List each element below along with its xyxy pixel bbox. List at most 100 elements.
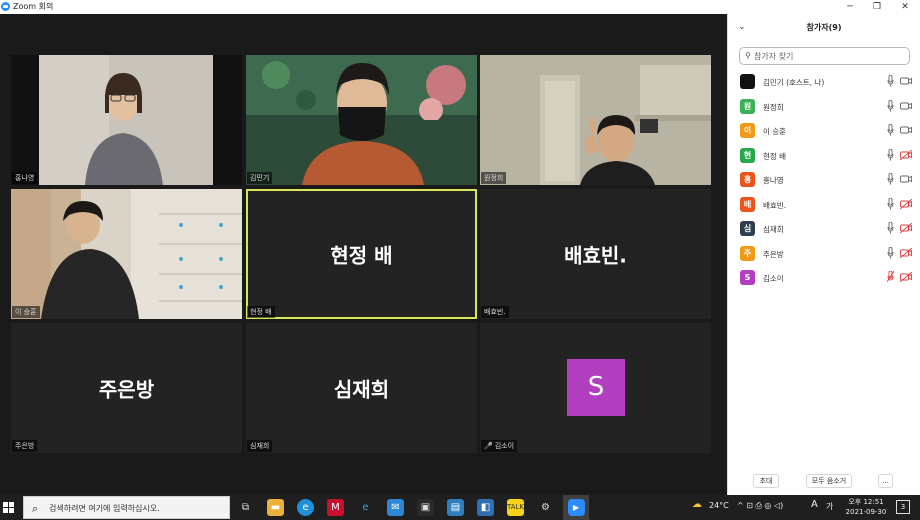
participant-row[interactable]: S 김소이 [728, 266, 920, 291]
video-tile-lee-seunghun[interactable]: 이 승훈 [11, 189, 242, 319]
weather-icon: ☁ [692, 499, 702, 510]
zoom-taskbar-button[interactable]: ▶ [563, 495, 589, 520]
camera-on-icon[interactable] [900, 76, 912, 86]
tile-name-label: 배효빈. [481, 306, 509, 318]
participant-avatar: 원 [740, 98, 755, 114]
participant-row[interactable]: 심 심재희 [728, 217, 920, 242]
camera-on-icon[interactable] [900, 125, 912, 135]
participant-row[interactable]: 이 이 승훈 [728, 119, 920, 144]
video-tile-hong-nayoung[interactable]: 홍나영 [11, 55, 242, 185]
participant-avatar: 배 [740, 196, 755, 212]
participant-name: 심재희 [763, 225, 784, 234]
settings-gear-icon[interactable]: ⚙ [537, 499, 554, 516]
window-title: Zoom 회의 [13, 2, 54, 11]
video-tile-sim-jaehee[interactable]: 심재희 심재희 [246, 323, 477, 453]
document-app-icon[interactable]: ◧ [477, 499, 494, 516]
mic-on-icon[interactable] [887, 75, 894, 87]
invite-button[interactable]: 초대 [753, 474, 779, 488]
video-tile-won-jeonghee[interactable]: 원정희 [480, 55, 711, 185]
restore-button[interactable]: ❐ [865, 0, 889, 14]
task-view-icon[interactable]: ⧉ [237, 499, 254, 516]
participant-name: 김소이 [763, 274, 784, 283]
windows-start-button[interactable] [3, 502, 14, 513]
participant-name: 현정 배 [763, 151, 787, 161]
participant-search-box[interactable]: ⚲ [739, 47, 910, 65]
participant-display-name: 현정 배 [330, 243, 393, 268]
camera-on-icon[interactable] [900, 174, 912, 184]
ime-language-indicator[interactable]: A [811, 499, 818, 510]
tile-name-label: 홍나영 [12, 172, 38, 184]
internet-explorer-icon[interactable]: e [357, 499, 374, 516]
taskbar-search-box[interactable]: ⌕ 검색하려면 여기에 입력하십시오. [23, 496, 230, 519]
mcafee-icon[interactable]: M [327, 499, 344, 516]
participant-search-input[interactable] [754, 50, 904, 62]
participant-row[interactable]: 주 주은방 [728, 242, 920, 267]
search-icon: ⌕ [32, 502, 39, 515]
mute-all-button[interactable]: 모두 음소거 [806, 474, 852, 488]
participant-row[interactable]: 홍 홍나영 [728, 168, 920, 193]
system-tray-icons[interactable]: ^ ⊡ ⎙ ◎ ◁) [737, 501, 783, 511]
camera-off-icon[interactable] [900, 149, 912, 160]
mic-on-icon[interactable] [887, 124, 894, 136]
video-tile-kim-mingi[interactable]: 김민기 [246, 55, 477, 185]
close-button[interactable]: ✕ [893, 0, 917, 14]
store-icon[interactable]: ▣ [417, 499, 434, 516]
participant-display-name: 배효빈. [564, 243, 627, 268]
participant-display-name: 심재희 [333, 377, 390, 402]
mic-on-icon[interactable] [887, 99, 894, 112]
mic-on-icon[interactable] [887, 222, 894, 234]
notes-app-icon[interactable]: ▤ [447, 499, 464, 516]
minimize-button[interactable]: ─ [838, 0, 862, 14]
weather-temperature[interactable]: 24°C [709, 501, 729, 510]
tile-name-label: 현정 배 [247, 306, 275, 318]
mic-on-icon[interactable] [887, 246, 894, 259]
mic-muted-icon[interactable] [887, 271, 894, 283]
participants-panel: ⌄ 참가자(9) ⚲ 김민기 (호스트, 나)원원정희이이 승훈현현정 배홍홍나… [727, 14, 920, 495]
participant-row[interactable]: 원 원정희 [728, 95, 920, 120]
participant-list: 김민기 (호스트, 나) 원 원정희이 이 승훈현 현정 배홍 홍나영배 배효빈. 심 심재희주… [728, 70, 920, 291]
mic-muted-icon: 🎤 [484, 442, 493, 450]
mail-icon[interactable]: ✉ [387, 499, 404, 516]
more-options-button[interactable]: ... [878, 474, 893, 488]
participant-row[interactable]: 배 배효빈. [728, 193, 920, 218]
video-tile-ju-eunbang[interactable]: 주은방 주은방 [11, 323, 242, 453]
video-tile-bae-hyobin[interactable]: 배효빈. 배효빈. [480, 189, 711, 319]
participant-name: 홍나영 [763, 176, 784, 185]
tile-name-label: 원정희 [481, 172, 507, 184]
tile-name-label: 김민기 [247, 172, 273, 184]
notification-center-icon[interactable]: 3 [896, 500, 910, 514]
search-icon: ⚲ [745, 51, 751, 60]
participant-row[interactable]: 김민기 (호스트, 나) [728, 70, 920, 95]
clock-date: 2021-09-30 [845, 508, 887, 516]
participant-name: 이 승훈 [763, 127, 787, 136]
camera-on-icon[interactable] [900, 101, 912, 111]
participant-name: 주은방 [763, 249, 784, 259]
participant-video-feed [11, 55, 242, 185]
video-tile-kim-soi[interactable]: S 🎤 김소이 [480, 323, 711, 453]
camera-off-icon[interactable] [900, 272, 912, 282]
camera-off-icon[interactable] [900, 223, 912, 233]
tile-name-label: 심재희 [247, 440, 273, 452]
tile-name-label: 🎤 김소이 [481, 440, 518, 452]
mic-on-icon[interactable] [887, 173, 894, 185]
kakaotalk-icon[interactable]: TALK [507, 499, 524, 516]
edge-browser-icon[interactable]: e [297, 499, 314, 516]
participant-name: 원정희 [763, 102, 784, 112]
camera-off-icon[interactable] [900, 247, 912, 258]
participant-name: 배효빈. [763, 200, 787, 210]
ime-mode-indicator[interactable]: 가 [826, 501, 833, 512]
mic-on-icon[interactable] [887, 148, 894, 161]
file-explorer-icon[interactable]: ▬ [267, 499, 284, 516]
video-gallery: 홍나영 김민기 원정희 이 승훈 현정 배 현정 배 배효빈. 배효빈. 주은방… [0, 14, 727, 495]
tile-name-text: 김소이 [494, 442, 515, 450]
participant-avatar: 심 [740, 221, 755, 236]
taskbar-clock[interactable]: 오후 12:51 2021-09-30 [840, 497, 892, 517]
clock-time: 오후 12:51 [848, 498, 884, 506]
camera-off-icon[interactable] [900, 198, 912, 209]
mic-on-icon[interactable] [887, 197, 894, 210]
participant-display-name: 주은방 [98, 377, 155, 402]
video-tile-hyeonjeong-bae[interactable]: 현정 배 현정 배 [246, 189, 477, 319]
participant-avatar: 현 [740, 147, 755, 163]
participant-row[interactable]: 현 현정 배 [728, 144, 920, 169]
participants-title: 참가자(9) [806, 23, 842, 32]
